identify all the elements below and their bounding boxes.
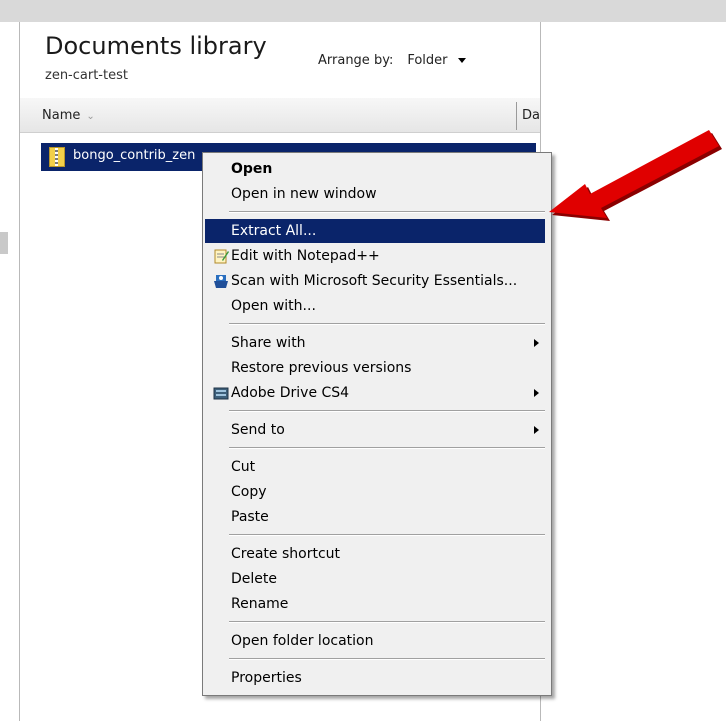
- menu-item-open-folder-location[interactable]: Open folder location: [205, 629, 545, 653]
- menu-item-scan-mse[interactable]: Scan with Microsoft Security Essentials.…: [205, 269, 545, 293]
- menu-item-label: Adobe Drive CS4: [231, 385, 350, 401]
- menu-item-label: Properties: [231, 670, 302, 686]
- menu-separator: [229, 534, 545, 536]
- menu-item-cut[interactable]: Cut: [205, 455, 545, 479]
- menu-item-adobe-drive[interactable]: Adobe Drive CS4: [205, 381, 545, 405]
- menu-item-label: Create shortcut: [231, 546, 341, 562]
- arrange-by-value[interactable]: Folder: [407, 53, 447, 68]
- menu-item-send-to[interactable]: Send to: [205, 418, 545, 442]
- menu-item-label: Open with...: [231, 298, 316, 314]
- menu-item-label: Restore previous versions: [231, 360, 412, 376]
- menu-separator: [229, 658, 545, 660]
- menu-item-open-with[interactable]: Open with...: [205, 294, 545, 318]
- submenu-arrow-icon: [534, 389, 539, 397]
- navigation-pane-edge: [0, 22, 19, 721]
- submenu-arrow-icon: [534, 426, 539, 434]
- menu-item-label: Share with: [231, 335, 306, 351]
- column-header-name-label: Name: [42, 108, 81, 123]
- menu-separator: [229, 410, 545, 412]
- menu-item-extract-all[interactable]: Extract All...: [205, 219, 545, 243]
- column-header-bar: Name ⌄ Da: [20, 98, 540, 133]
- menu-separator: [229, 211, 545, 213]
- menu-item-label: Scan with Microsoft Security Essentials.…: [231, 273, 518, 289]
- menu-item-label: Extract All...: [231, 223, 317, 239]
- menu-item-restore-versions[interactable]: Restore previous versions: [205, 356, 545, 380]
- library-subtitle: zen-cart-test: [45, 68, 128, 83]
- submenu-arrow-icon: [534, 339, 539, 347]
- library-title: Documents library: [45, 32, 267, 60]
- menu-item-label: Delete: [231, 571, 277, 587]
- menu-item-label: Open: [231, 161, 273, 177]
- menu-item-edit-notepad[interactable]: Edit with Notepad++: [205, 244, 545, 268]
- red-arrow-icon: [549, 130, 722, 221]
- adobe-drive-icon: [213, 387, 229, 400]
- menu-item-open-new-window[interactable]: Open in new window: [205, 182, 545, 206]
- menu-item-label: Open in new window: [231, 186, 377, 202]
- menu-separator: [229, 323, 545, 325]
- chevron-down-icon[interactable]: [457, 58, 466, 63]
- file-name: bongo_contrib_zen: [73, 148, 196, 163]
- menu-item-label: Open folder location: [231, 633, 374, 649]
- menu-item-delete[interactable]: Delete: [205, 567, 545, 591]
- arrange-by-label: Arrange by:: [318, 53, 394, 68]
- menu-separator: [229, 447, 545, 449]
- menu-item-open[interactable]: Open: [205, 157, 545, 181]
- menu-separator: [229, 621, 545, 623]
- menu-item-label: Paste: [231, 509, 269, 525]
- security-essentials-icon: [214, 275, 228, 288]
- menu-item-copy[interactable]: Copy: [205, 480, 545, 504]
- menu-item-properties[interactable]: Properties: [205, 666, 545, 690]
- menu-item-share-with[interactable]: Share with: [205, 331, 545, 355]
- menu-item-label: Edit with Notepad++: [231, 248, 380, 264]
- menu-item-label: Cut: [231, 459, 256, 475]
- arrange-by-control[interactable]: Arrange by: Folder: [318, 53, 466, 68]
- column-divider[interactable]: [516, 102, 517, 130]
- menu-item-label: Rename: [231, 596, 289, 612]
- zip-folder-icon: [49, 147, 65, 167]
- menu-item-rename[interactable]: Rename: [205, 592, 545, 616]
- menu-item-create-shortcut[interactable]: Create shortcut: [205, 542, 545, 566]
- context-menu: Open Open in new window Extract All... E…: [202, 152, 552, 696]
- sort-chevron-icon: ⌄: [86, 111, 95, 122]
- column-header-name[interactable]: Name ⌄: [42, 108, 95, 123]
- navigation-pane-handle[interactable]: [0, 232, 8, 254]
- menu-item-label: Copy: [231, 484, 267, 500]
- notepad-icon: [214, 249, 229, 264]
- menu-item-paste[interactable]: Paste: [205, 505, 545, 529]
- column-header-date[interactable]: Da: [522, 108, 540, 123]
- top-toolbar: [0, 0, 726, 22]
- menu-item-label: Send to: [231, 422, 285, 438]
